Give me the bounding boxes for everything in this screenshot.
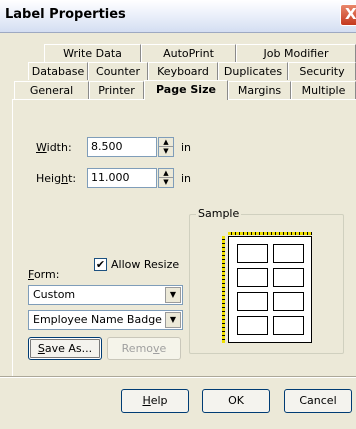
form-label: Form: — [28, 268, 60, 281]
sample-page-preview — [228, 236, 312, 343]
height-spinner[interactable]: ▲ ▼ — [158, 168, 174, 188]
tab-label: AutoPrint — [163, 47, 214, 60]
spin-up-icon[interactable]: ▲ — [159, 138, 173, 147]
divider — [0, 377, 356, 378]
tab-printer[interactable]: Printer — [89, 81, 144, 99]
label-cell — [237, 268, 268, 287]
width-spinner[interactable]: ▲ ▼ — [158, 137, 174, 157]
tab-label: Write Data — [63, 47, 122, 60]
help-button[interactable]: Help — [121, 389, 189, 413]
tab-keyboard[interactable]: Keyboard — [148, 62, 218, 80]
height-label: Height: — [36, 172, 77, 185]
label-cell — [237, 316, 268, 335]
label-cell — [237, 244, 268, 263]
width-input[interactable]: 8.500 — [87, 137, 157, 157]
tab-label: Printer — [98, 84, 135, 97]
tab-autoprint[interactable]: AutoPrint — [141, 44, 236, 62]
tab-label: General — [29, 84, 74, 97]
cancel-button[interactable]: Cancel — [284, 389, 352, 413]
spin-down-icon[interactable]: ▼ — [159, 147, 173, 156]
tab-duplicates[interactable]: Duplicates — [218, 62, 288, 80]
chevron-down-icon[interactable]: ▼ — [165, 287, 181, 303]
save-as-button[interactable]: Save As... — [28, 337, 102, 360]
tab-database[interactable]: Database — [28, 62, 88, 80]
tab-multiple[interactable]: Multiple — [291, 81, 356, 99]
chevron-down-icon[interactable]: ▼ — [165, 312, 181, 328]
tab-counter[interactable]: Counter — [88, 62, 148, 80]
form-select-value: Custom — [33, 288, 76, 301]
tab-write-data[interactable]: Write Data — [44, 44, 141, 62]
height-unit: in — [181, 172, 192, 185]
label-name-select[interactable]: Employee Name Badge ▼ — [28, 310, 183, 330]
allow-resize-checkbox[interactable]: ✔ — [94, 258, 107, 271]
tab-job-modifier[interactable]: Job Modifier — [236, 44, 356, 62]
tab-label: Margins — [237, 84, 282, 97]
close-button[interactable]: X — [340, 4, 356, 26]
tab-label: Keyboard — [157, 65, 209, 78]
vertical-ruler — [222, 236, 225, 343]
tab-label: Security — [299, 65, 345, 78]
height-input[interactable]: 11.000 — [87, 168, 157, 188]
horizontal-ruler — [228, 232, 312, 235]
title-bar: Label Properties X — [0, 0, 356, 33]
form-select[interactable]: Custom ▼ — [28, 285, 183, 305]
label-cell — [273, 244, 304, 263]
width-unit: in — [181, 141, 192, 154]
window-title: Label Properties — [5, 7, 126, 22]
label-cell — [237, 292, 268, 311]
label-cell — [273, 268, 304, 287]
label-cell — [273, 316, 304, 335]
width-label: Width: — [36, 141, 72, 154]
tab-page-size[interactable]: Page Size — [144, 80, 228, 100]
sample-title: Sample — [196, 207, 242, 220]
label-name-value: Employee Name Badge — [33, 313, 162, 326]
close-icon: X — [345, 5, 356, 23]
spin-up-icon[interactable]: ▲ — [159, 169, 173, 178]
tab-general[interactable]: General — [14, 81, 89, 99]
tab-label: Database — [31, 65, 85, 78]
tab-security[interactable]: Security — [288, 62, 356, 80]
tab-label: Multiple — [301, 84, 346, 97]
tab-label: Job Modifier — [263, 47, 329, 60]
remove-button[interactable]: Remove — [107, 337, 181, 360]
ok-button[interactable]: OK — [202, 389, 270, 413]
tab-label: Duplicates — [223, 65, 283, 78]
tab-margins[interactable]: Margins — [228, 81, 291, 99]
spin-down-icon[interactable]: ▼ — [159, 178, 173, 187]
allow-resize-label: Allow Resize — [111, 258, 180, 271]
tab-label: Counter — [96, 65, 140, 78]
label-cell — [273, 292, 304, 311]
tab-label: Page Size — [156, 83, 216, 96]
